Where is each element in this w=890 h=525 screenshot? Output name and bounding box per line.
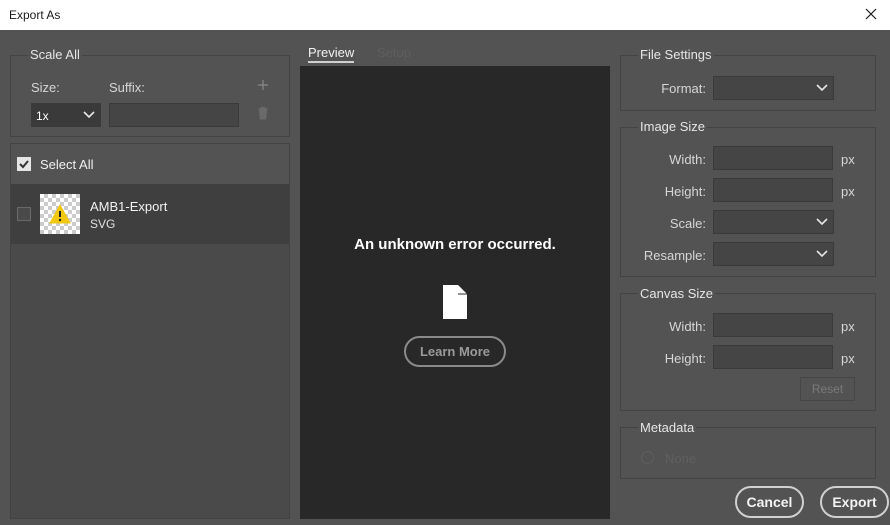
asset-checkbox[interactable]: [17, 207, 31, 221]
size-value: 1x: [36, 109, 49, 123]
list-item[interactable]: AMB1-Export SVG: [11, 184, 289, 244]
resample-label: Resample:: [643, 248, 706, 263]
title-bar: Export As: [0, 0, 890, 30]
warning-icon: [49, 204, 71, 224]
file-icon: [443, 285, 467, 319]
export-button[interactable]: Export: [820, 486, 889, 518]
chevron-down-icon: [816, 250, 828, 258]
scale-select[interactable]: [713, 210, 834, 234]
tab-preview[interactable]: Preview: [308, 45, 354, 60]
canvas-width-label: Width:: [669, 319, 706, 334]
asset-format: SVG: [90, 217, 116, 231]
image-height-label: Height:: [664, 184, 706, 199]
metadata-none-radio[interactable]: [641, 451, 654, 464]
image-height-unit: px: [841, 184, 855, 199]
scale-label: Scale:: [669, 216, 706, 231]
image-width-label: Width:: [669, 152, 706, 167]
size-label: Size:: [31, 80, 60, 95]
trash-icon[interactable]: [257, 106, 269, 120]
select-all-row[interactable]: Select All: [11, 144, 289, 184]
canvas-height-label: Height:: [664, 351, 706, 366]
select-all-label: Select All: [40, 157, 94, 172]
canvas-size-title: Canvas Size: [638, 286, 715, 301]
learn-more-button[interactable]: Learn More: [404, 336, 506, 367]
scale-all-title: Scale All: [28, 47, 82, 62]
file-settings-title: File Settings: [638, 47, 714, 62]
asset-thumbnail: [40, 194, 80, 234]
chevron-down-icon: [83, 111, 95, 119]
asset-name: AMB1-Export: [90, 199, 168, 214]
canvas-width-unit: px: [841, 319, 855, 334]
suffix-label: Suffix:: [109, 80, 145, 95]
preview-tabs: Preview Setup: [300, 40, 610, 66]
chevron-down-icon: [816, 84, 828, 92]
resample-select[interactable]: [713, 242, 834, 266]
canvas-width-input[interactable]: [713, 313, 833, 337]
canvas-height-unit: px: [841, 351, 855, 366]
image-height-input[interactable]: [713, 178, 833, 202]
tab-active-indicator: [308, 61, 354, 63]
chevron-down-icon: [816, 218, 828, 226]
window-title: Export As: [9, 8, 61, 22]
preview-area: An unknown error occurred. Learn More: [300, 66, 610, 519]
image-width-unit: px: [841, 152, 855, 167]
suffix-input[interactable]: [109, 103, 239, 127]
tab-setup[interactable]: Setup: [377, 45, 411, 60]
image-size-title: Image Size: [638, 119, 708, 134]
image-width-input[interactable]: [713, 146, 833, 170]
metadata-none-label: None: [665, 451, 697, 466]
format-label: Format:: [661, 81, 706, 96]
select-all-checkbox[interactable]: [17, 157, 31, 171]
add-scale-icon[interactable]: [257, 79, 269, 91]
format-select[interactable]: [713, 76, 834, 100]
reset-button[interactable]: Reset: [800, 377, 855, 401]
metadata-title: Metadata: [638, 420, 697, 435]
cancel-button[interactable]: Cancel: [735, 486, 804, 518]
error-message: An unknown error occurred.: [354, 236, 556, 253]
size-select[interactable]: 1x: [31, 103, 101, 127]
close-icon[interactable]: [860, 3, 882, 25]
canvas-height-input[interactable]: [713, 345, 833, 369]
asset-list-panel: Select All AMB1-Export SVG: [10, 143, 290, 519]
